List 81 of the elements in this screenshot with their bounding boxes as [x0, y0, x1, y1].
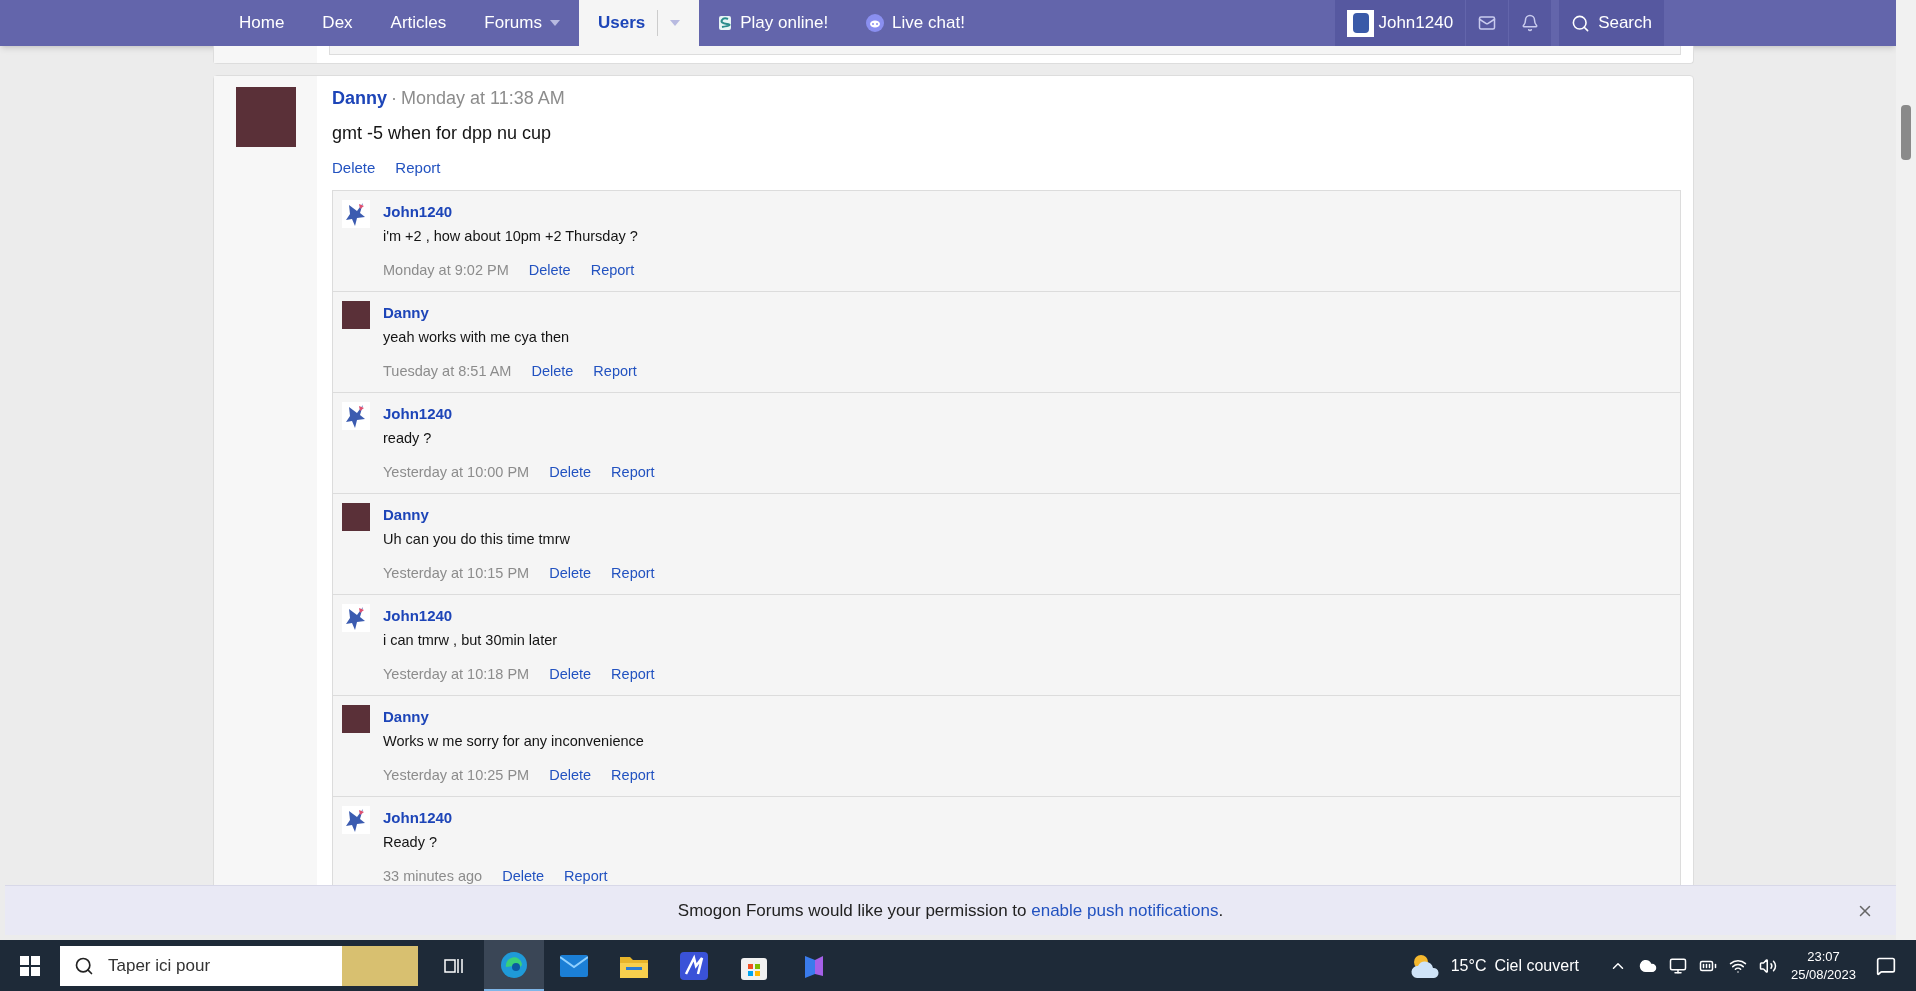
comment-text: i can tmrw , but 30min later	[383, 631, 559, 650]
user-avatar	[1347, 9, 1375, 37]
windows-icon	[20, 955, 40, 976]
banner-text: Smogon Forums would like your permission to enable push notifications.	[677, 899, 1224, 922]
post-author-link[interactable]: Danny	[332, 85, 387, 112]
comment-author-link[interactable]: John1240	[383, 806, 608, 829]
clock-time: 23:07	[1807, 947, 1840, 966]
avatar-sprite	[342, 199, 370, 228]
comment-action-link[interactable]: Report	[611, 663, 655, 686]
post-time: Monday at 11:38 AM	[401, 87, 565, 110]
post-action-link[interactable]: Report	[395, 157, 441, 180]
avatar-sprite	[342, 805, 370, 834]
taskbar-search-box[interactable]: Taper ici pour	[60, 945, 418, 986]
volume-icon[interactable]	[1758, 956, 1777, 975]
chat-logo-icon	[866, 14, 885, 32]
post-separator: ·	[391, 87, 397, 110]
nav-tab[interactable]: Users	[578, 0, 700, 46]
comment-action-link[interactable]: Delete	[549, 461, 592, 484]
avatar-photo	[342, 502, 370, 531]
avatar-photo	[342, 704, 370, 733]
comment-author-link[interactable]: John1240	[383, 200, 638, 223]
comment-author-link[interactable]: Danny	[383, 301, 637, 324]
monitor-icon[interactable]	[1668, 956, 1687, 975]
avatar-photo	[235, 87, 296, 147]
comment-time: Yesterday at 10:00 PM	[383, 462, 530, 482]
comment-author-link[interactable]: John1240	[383, 604, 655, 627]
comment-action-link[interactable]: Delete	[528, 259, 571, 282]
nav-tab[interactable]: Dex	[303, 0, 372, 46]
comment-text: i'm +2 , how about 10pm +2 Thursday ?	[383, 227, 638, 246]
comment-text: Ready ?	[383, 833, 438, 852]
browser-icon	[500, 950, 528, 979]
comment-text: ready ?	[383, 429, 433, 448]
app-icon	[680, 951, 708, 980]
comment-action-link[interactable]: Delete	[549, 663, 592, 686]
user-menu[interactable]: John1240	[1335, 0, 1466, 46]
avatar-sprite	[342, 603, 370, 632]
logo-icon	[718, 15, 733, 31]
comment-action-link[interactable]: Report	[611, 461, 655, 484]
comment-action-link[interactable]: Delete	[549, 764, 592, 787]
temperature: 15°C	[1450, 955, 1487, 976]
comment-author-link[interactable]: Danny	[383, 705, 655, 728]
nav-tab[interactable]: Home	[220, 0, 304, 46]
post-action-link[interactable]: Delete	[332, 157, 376, 180]
weather-condition: Ciel couvert	[1494, 955, 1579, 976]
search-icon	[74, 955, 94, 976]
comment-author-link[interactable]: John1240	[383, 402, 655, 425]
comment-time: Monday at 9:02 PM	[383, 260, 509, 280]
comment-action-link[interactable]: Delete	[502, 865, 545, 888]
post-text: gmt -5 when for dpp nu cup	[332, 122, 553, 145]
search-icon	[1571, 13, 1591, 33]
nav-tab[interactable]: Live chat!	[847, 0, 984, 46]
enable-notifications-link[interactable]: enable push notifications	[1031, 900, 1219, 920]
comment-action-link[interactable]: Report	[611, 562, 655, 585]
comment-time: Yesterday at 10:18 PM	[383, 664, 530, 684]
search-button[interactable]: Search	[1559, 0, 1664, 46]
nav-tab[interactable]: Articles	[371, 0, 466, 46]
comment-text: Uh can you do this time tmrw	[383, 530, 571, 549]
comment-author-link[interactable]: Danny	[383, 503, 655, 526]
comment-action-link[interactable]: Report	[590, 259, 635, 282]
taskbar-search-field[interactable]: Taper ici pour	[108, 952, 288, 979]
mail-app-icon	[560, 954, 588, 977]
comment-action-link[interactable]: Report	[593, 360, 637, 383]
nav-tab[interactable]: Forums	[465, 0, 579, 46]
mail-icon[interactable]	[1466, 0, 1509, 46]
clock-date: 25/08/2023	[1790, 965, 1856, 984]
comment-action-link[interactable]: Delete	[531, 360, 574, 383]
nav-tab[interactable]: Play online!	[699, 0, 848, 46]
comment-time: Yesterday at 10:25 PM	[383, 765, 530, 785]
comment-action-link[interactable]: Report	[564, 865, 608, 888]
comment-text: yeah works with me cya then	[383, 328, 571, 347]
comment-action-link[interactable]: Delete	[549, 562, 592, 585]
bell-icon[interactable]	[1509, 0, 1552, 46]
comment-time: Yesterday at 10:15 PM	[383, 563, 530, 583]
task-view-icon	[444, 956, 464, 975]
comment-text: Works w me sorry for any inconvenience	[383, 732, 645, 751]
avatar-photo	[342, 300, 370, 329]
comment-time: 33 minutes ago	[383, 866, 483, 886]
comment-action-link[interactable]: Report	[611, 764, 655, 787]
comment-time: Tuesday at 8:51 AM	[383, 361, 512, 381]
avatar-sprite	[342, 401, 370, 430]
notification-center-icon[interactable]	[1876, 955, 1896, 976]
